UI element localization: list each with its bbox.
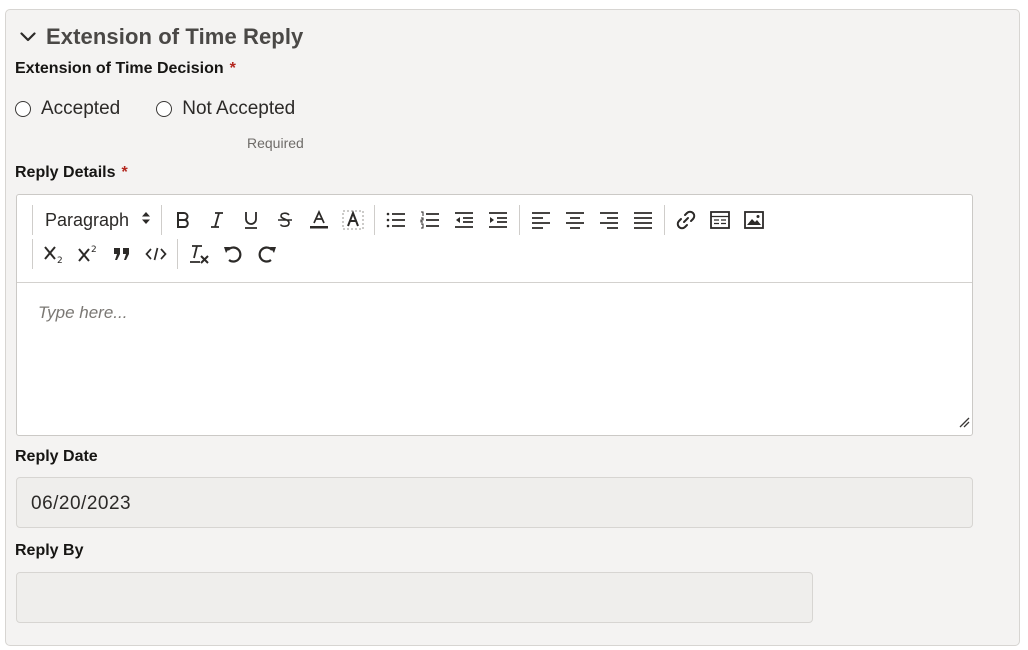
bulleted-list-button[interactable] — [379, 205, 413, 235]
table-button[interactable] — [703, 205, 737, 235]
link-icon — [676, 210, 696, 230]
redo-icon — [258, 246, 276, 263]
strikethrough-button[interactable] — [268, 205, 302, 235]
toolbar-row-2: 2 2 — [28, 239, 284, 269]
extension-of-time-reply-panel: Extension of Time Reply Extension of Tim… — [5, 9, 1020, 646]
radio-not-accepted-label: Not Accepted — [182, 98, 296, 119]
bold-button[interactable] — [166, 205, 200, 235]
undo-button[interactable] — [216, 239, 250, 269]
editor-toolbar: Paragraph 2 2 — [17, 195, 972, 283]
chevron-down-icon[interactable] — [18, 27, 38, 47]
code-icon — [145, 247, 167, 261]
required-helper-text: Required — [247, 135, 304, 151]
resize-handle-icon[interactable] — [958, 415, 970, 433]
toolbar-row-1: Paragraph — [28, 205, 771, 235]
justify-button[interactable] — [626, 205, 660, 235]
font-color-icon — [310, 210, 329, 229]
radio-accepted-label: Accepted — [41, 98, 121, 119]
subscript-icon: 2 — [44, 246, 63, 264]
redo-button[interactable] — [250, 239, 284, 269]
reply-details-label-text: Reply Details — [15, 164, 116, 181]
required-marker: * — [121, 164, 128, 181]
numbered-list-icon — [420, 211, 440, 229]
strikethrough-icon — [278, 212, 293, 227]
underline-button[interactable] — [234, 205, 268, 235]
image-button[interactable] — [737, 205, 771, 235]
reply-by-label: Reply By — [15, 542, 84, 559]
section-header[interactable]: Extension of Time Reply — [18, 24, 303, 50]
align-left-icon — [532, 212, 551, 229]
toolbar-separator — [161, 205, 163, 235]
editor-placeholder: Type here... — [38, 303, 128, 322]
radio-not-accepted[interactable]: Not Accepted — [156, 98, 295, 120]
toolbar-separator — [664, 205, 666, 235]
clear-formatting-button[interactable] — [182, 239, 216, 269]
radio-button[interactable] — [15, 101, 31, 117]
reply-date-value: 06/20/2023 — [31, 493, 132, 514]
paragraph-format-value: Paragraph — [45, 209, 130, 230]
paragraph-format-select[interactable]: Paragraph — [37, 205, 157, 235]
align-center-icon — [566, 212, 585, 229]
align-right-button[interactable] — [592, 205, 626, 235]
table-icon — [710, 211, 730, 229]
toolbar-separator — [519, 205, 521, 235]
justify-icon — [634, 212, 653, 229]
quote-icon — [114, 248, 129, 260]
code-button[interactable] — [139, 239, 173, 269]
blockquote-button[interactable] — [105, 239, 139, 269]
indent-icon — [489, 212, 508, 228]
toolbar-separator — [177, 239, 178, 269]
align-left-button[interactable] — [524, 205, 558, 235]
decision-label-text: Extension of Time Decision — [15, 60, 224, 77]
toolbar-separator — [32, 205, 33, 235]
reply-details-editor-area[interactable]: Type here... — [17, 283, 972, 435]
radio-accepted[interactable]: Accepted — [15, 98, 120, 120]
bold-icon — [177, 212, 189, 228]
background-color-icon — [342, 210, 364, 230]
toolbar-separator — [374, 205, 376, 235]
reply-by-field[interactable] — [16, 572, 813, 623]
undo-icon — [224, 246, 242, 263]
outdent-icon — [455, 212, 474, 228]
image-icon — [744, 211, 764, 229]
svg-text:2: 2 — [57, 256, 63, 264]
italic-icon — [211, 212, 224, 228]
bulleted-list-icon — [386, 212, 406, 228]
radio-button[interactable] — [156, 101, 173, 117]
rich-text-editor: Paragraph 2 2 Type here... — [16, 194, 973, 436]
decision-label: Extension of Time Decision * — [15, 60, 236, 78]
superscript-button[interactable]: 2 — [71, 239, 105, 269]
reply-date-label: Reply Date — [15, 448, 98, 465]
section-title: Extension of Time Reply — [46, 24, 304, 49]
subscript-button[interactable]: 2 — [37, 239, 71, 269]
reply-date-field[interactable]: 06/20/2023 — [16, 477, 973, 528]
italic-button[interactable] — [200, 205, 234, 235]
font-color-button[interactable] — [302, 205, 336, 235]
underline-icon — [245, 212, 258, 229]
align-center-button[interactable] — [558, 205, 592, 235]
numbered-list-button[interactable] — [413, 205, 447, 235]
reply-details-label: Reply Details * — [15, 164, 128, 182]
outdent-button[interactable] — [447, 205, 481, 235]
indent-button[interactable] — [481, 205, 515, 235]
link-button[interactable] — [669, 205, 703, 235]
decision-radio-group: Accepted Not Accepted — [15, 98, 331, 120]
background-color-button[interactable] — [336, 205, 370, 235]
align-right-icon — [600, 212, 619, 229]
superscript-icon: 2 — [78, 245, 97, 262]
svg-text:2: 2 — [91, 245, 97, 255]
clear-formatting-icon — [190, 245, 209, 264]
toolbar-separator — [32, 239, 33, 269]
select-arrows-icon — [141, 211, 151, 230]
required-marker: * — [229, 60, 236, 77]
